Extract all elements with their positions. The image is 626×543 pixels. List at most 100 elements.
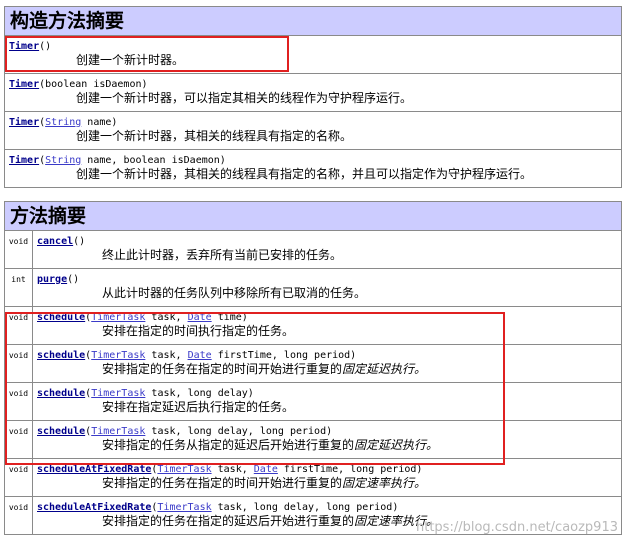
constructor-description: 创建一个新计时器。 [76,53,185,67]
param-type-link[interactable]: Date [188,350,212,361]
method-rows: void cancel() 终止此计时器，丢弃所有当前已安排的任务。 int purge… [4,230,622,535]
param-type-link[interactable]: TimerTask [91,388,145,399]
watermark-text: https://blog.csdn.net/caozp913 [415,520,618,535]
param-type: boolean [123,155,166,166]
param-type-link[interactable]: TimerTask [91,350,145,361]
method-signature: scheduleAtFixedRate(TimerTask task, long… [33,497,621,514]
param-separator: , [175,350,188,361]
method-description: 终止此计时器，丢弃所有当前已安排的任务。 [33,248,621,263]
param-type: long [187,388,212,399]
method-signature: scheduleAtFixedRate(TimerTask task, Date… [33,459,621,476]
method-name-link[interactable]: schedule [37,350,85,361]
constructor-row: Timer(String name, boolean isDaemon) 创建一个… [4,149,622,188]
method-signature: schedule(TimerTask task, long delay, lon… [33,421,621,438]
param-name: time [217,312,242,323]
paren-close: ) [241,312,248,323]
param-name: period [314,350,351,361]
param-type: long [350,464,375,475]
method-name-link[interactable]: scheduleAtFixedRate [37,464,151,475]
method-description-italic: 固定速率执行。 [342,476,427,490]
method-description-text: 安排指定的任务在指定的时间开始进行重复的 [102,362,343,376]
constructor-signature: Timer(boolean isDaemon) [5,74,621,91]
constructor-row: Timer(boolean isDaemon) 创建一个新计时器，可以指定其相关的… [4,73,622,112]
constructor-summary-title: 构造方法摘要 [4,6,622,36]
param-type-link[interactable]: TimerTask [91,312,145,323]
constructor-name-link[interactable]: Timer [9,41,39,52]
method-name-link[interactable]: schedule [37,388,85,399]
method-return-type: void [4,496,33,535]
method-description: 安排指定的任务在指定的时间开始进行重复的固定延迟执行。 [33,362,621,377]
method-return-type: void [4,230,33,269]
method-name-link[interactable]: purge [37,274,67,285]
param-type-link[interactable]: String [45,117,81,128]
paren-close: ) [350,350,357,361]
constructor-row: Timer() 创建一个新计时器。 [4,35,622,74]
param-separator: , [241,502,254,513]
param-name: period [289,426,327,437]
param-type-link[interactable]: TimerTask [91,426,145,437]
paren-close: ) [79,236,86,247]
method-description-text: 安排指定的任务从指定的延迟后开始进行重复的 [102,438,355,452]
method-cell: purge() 从此计时器的任务队列中移除所有已取消的任务。 [32,268,622,307]
param-name: task [151,388,176,399]
method-signature: schedule(TimerTask task, Date firstTime,… [33,345,621,362]
method-description-text: 从此计时器的任务队列中移除所有已取消的任务。 [102,286,367,300]
method-description-text: 终止此计时器，丢弃所有当前已安排的任务。 [102,248,343,262]
param-name: name [87,117,112,128]
param-type-link[interactable]: TimerTask [157,464,211,475]
constructor-signature: Timer() [5,36,621,53]
constructor-cell: Timer(String name) 创建一个新计时器，其相关的线程具有指定的名称… [4,111,622,150]
method-description-text: 安排指定的任务在指定的延迟后开始进行重复的 [102,514,355,528]
constructor-cell: Timer(boolean isDaemon) 创建一个新计时器，可以指定其相关的… [4,73,622,112]
paren-close: ) [141,79,148,90]
param-separator: , [314,502,327,513]
constructor-rows: Timer() 创建一个新计时器。 Timer(boolean isDaemon) 创… [4,35,622,188]
method-name-link[interactable]: schedule [37,426,85,437]
method-name-link[interactable]: cancel [37,236,73,247]
param-type: long [326,502,351,513]
method-cell: scheduleAtFixedRate(TimerTask task, Date… [32,458,622,497]
method-name-link[interactable]: schedule [37,312,85,323]
constructor-description: 创建一个新计时器，可以指定其相关的线程作为守护程序运行。 [76,91,413,105]
method-description-italic: 固定延迟执行。 [342,362,427,376]
param-separator: , [338,464,351,475]
method-description: 安排指定的任务从指定的延迟后开始进行重复的固定延迟执行。 [33,438,621,453]
param-name: task [151,312,176,323]
method-description-text: 安排指定的任务在指定的时间开始进行重复的 [102,476,343,490]
param-separator: , [175,426,188,437]
method-cell: schedule(TimerTask task, long delay) 安排在指… [32,382,622,421]
constructor-row: Timer(String name) 创建一个新计时器，其相关的线程具有指定的名称… [4,111,622,150]
constructor-name-link[interactable]: Timer [9,79,39,90]
paren-close: ) [111,117,118,128]
param-name: name [87,155,112,166]
constructor-description: 创建一个新计时器，其相关的线程具有指定的名称，并且可以指定作为守护程序运行。 [76,167,533,181]
param-separator: , [175,388,188,399]
param-type-link[interactable]: Date [254,464,278,475]
param-type: long [187,426,212,437]
constructor-name-link[interactable]: Timer [9,117,39,128]
param-name: period [380,464,417,475]
method-row: void schedule(TimerTask task, long delay,… [4,420,622,459]
paren-close: ) [392,502,399,513]
param-type-link[interactable]: Date [188,312,212,323]
method-return-type: void [4,344,33,383]
method-row: void schedule(TimerTask task, Date firstT… [4,344,622,383]
constructor-cell: Timer() 创建一个新计时器。 [4,35,622,74]
method-return-type: void [4,458,33,497]
method-description-text: 安排在指定延迟后执行指定的任务。 [102,400,295,414]
paren-close: ) [219,155,226,166]
method-row: void scheduleAtFixedRate(TimerTask task, … [4,458,622,497]
method-cell: schedule(TimerTask task, long delay, lon… [32,420,622,459]
method-description: 安排在指定的时间执行指定的任务。 [33,324,621,339]
param-type-link[interactable]: TimerTask [157,502,211,513]
param-separator: , [241,464,254,475]
method-name-link[interactable]: scheduleAtFixedRate [37,502,151,513]
param-separator: , [175,312,188,323]
param-type: boolean [45,79,88,90]
method-signature: schedule(TimerTask task, long delay) [33,383,621,400]
param-type-link[interactable]: String [45,155,81,166]
method-row: int purge() 从此计时器的任务队列中移除所有已取消的任务。 [4,268,622,307]
constructor-name-link[interactable]: Timer [9,155,39,166]
method-row: void cancel() 终止此计时器，丢弃所有当前已安排的任务。 [4,230,622,269]
constructor-cell: Timer(String name, boolean isDaemon) 创建一个… [4,149,622,188]
